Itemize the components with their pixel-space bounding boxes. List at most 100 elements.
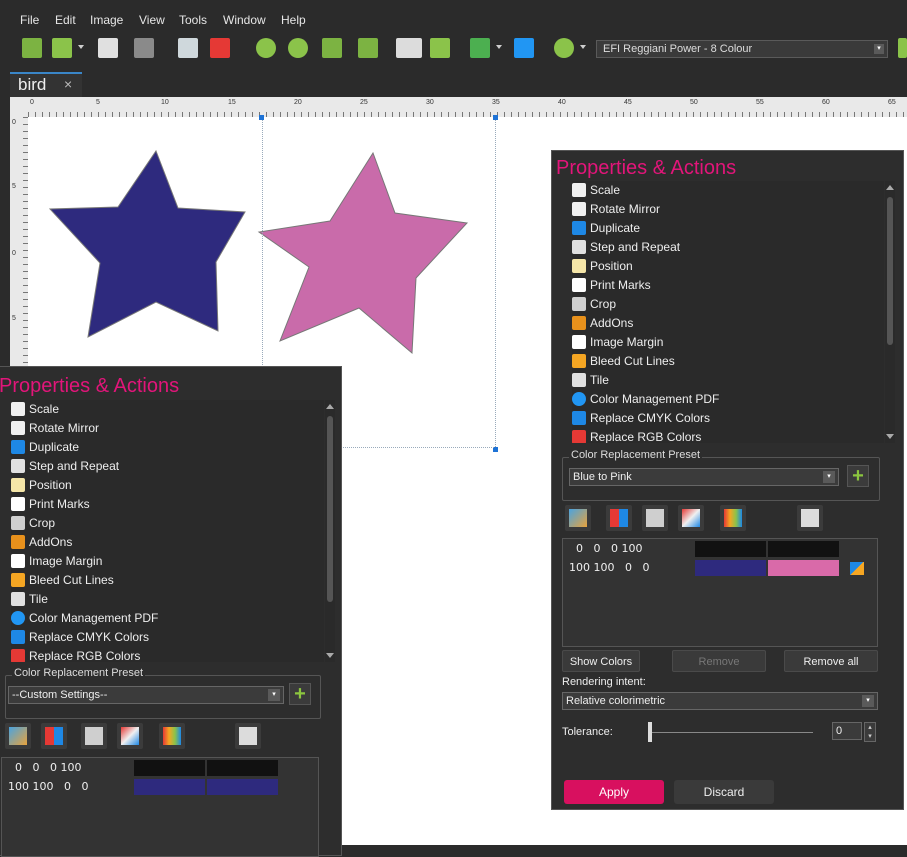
action-item-label: Replace RGB Colors bbox=[590, 430, 702, 443]
remove-all-button[interactable]: Remove all bbox=[784, 650, 878, 672]
more-icon[interactable] bbox=[898, 38, 907, 58]
discard-button[interactable]: Discard bbox=[674, 780, 774, 804]
device-select-value: EFI Reggiani Power - 8 Colour bbox=[603, 43, 753, 55]
selection-handle[interactable] bbox=[493, 115, 498, 120]
chevron-down-icon[interactable] bbox=[496, 45, 502, 49]
apply-button[interactable]: Apply bbox=[564, 780, 664, 804]
nest-icon[interactable] bbox=[514, 38, 534, 58]
scroll-down-icon[interactable] bbox=[886, 434, 894, 439]
ruler-label: 65 bbox=[888, 99, 896, 106]
color-replacement-table[interactable]: 0 0 0 100 100 100 0 0 bbox=[1, 757, 319, 857]
target-color-swatch[interactable] bbox=[207, 779, 278, 795]
print-preview-button[interactable] bbox=[797, 505, 823, 531]
add-icon[interactable] bbox=[52, 38, 72, 58]
chevron-down-icon[interactable] bbox=[78, 45, 84, 49]
swatches-button[interactable] bbox=[606, 505, 632, 531]
replace-icon[interactable] bbox=[850, 562, 864, 575]
selection-handle[interactable] bbox=[259, 115, 264, 120]
edit-colors-button[interactable] bbox=[565, 505, 591, 531]
add-preset-button[interactable]: + bbox=[289, 683, 311, 705]
target-color-swatch[interactable] bbox=[768, 541, 839, 557]
close-icon[interactable]: × bbox=[64, 74, 72, 95]
fit-height-icon[interactable] bbox=[358, 38, 378, 58]
target-color-swatch[interactable] bbox=[768, 560, 839, 576]
tolerance-slider-track[interactable] bbox=[648, 732, 813, 733]
scroll-up-icon[interactable] bbox=[326, 404, 334, 409]
edit-colors-button[interactable] bbox=[5, 723, 31, 749]
scroll-down-icon[interactable] bbox=[326, 653, 334, 658]
action-item-label: Position bbox=[590, 259, 633, 273]
tolerance-stepper[interactable]: ▴ ▾ bbox=[864, 722, 876, 742]
image-icon[interactable] bbox=[134, 38, 154, 58]
table-row[interactable]: 100 100 0 0 bbox=[2, 779, 320, 795]
table-row[interactable]: 100 100 0 0 bbox=[563, 560, 879, 576]
tolerance-input[interactable]: 0 bbox=[832, 722, 862, 740]
tolerance-slider-handle[interactable] bbox=[648, 722, 652, 742]
menu-help[interactable]: Help bbox=[281, 13, 306, 27]
replace-cmyk-icon bbox=[11, 630, 25, 644]
menu-edit[interactable]: Edit bbox=[55, 13, 76, 27]
scroll-thumb[interactable] bbox=[887, 197, 893, 345]
swatches-button[interactable] bbox=[41, 723, 67, 749]
color-bars-button[interactable] bbox=[159, 723, 185, 749]
star-shape[interactable] bbox=[257, 151, 469, 355]
preset-select[interactable]: --Custom Settings-- ▾ bbox=[8, 686, 284, 704]
export-icon[interactable] bbox=[178, 38, 198, 58]
fit-width-icon[interactable] bbox=[322, 38, 342, 58]
table-row[interactable]: 0 0 0 100 bbox=[563, 541, 879, 557]
measure-button[interactable] bbox=[117, 723, 143, 749]
target-icon[interactable] bbox=[554, 38, 574, 58]
menu-window[interactable]: Window bbox=[223, 13, 266, 27]
target-color-swatch[interactable] bbox=[207, 760, 278, 776]
list-view-icon[interactable] bbox=[396, 38, 422, 58]
zoom-in-icon[interactable] bbox=[256, 38, 276, 58]
ruler-corner bbox=[10, 97, 28, 117]
scroll-up-icon[interactable] bbox=[886, 185, 894, 190]
print-button[interactable] bbox=[642, 505, 668, 531]
scroll-thumb[interactable] bbox=[327, 416, 333, 602]
menu-tools[interactable]: Tools bbox=[179, 13, 207, 27]
horizontal-ruler[interactable]: 0 5 10 15 20 25 30 35 40 45 50 55 60 65 bbox=[28, 97, 907, 117]
split-icon[interactable] bbox=[98, 38, 118, 58]
source-color-swatch[interactable] bbox=[695, 560, 766, 576]
print-button[interactable] bbox=[81, 723, 107, 749]
step-repeat-icon bbox=[11, 459, 25, 473]
measure-icon bbox=[682, 509, 700, 527]
action-list: Scale Rotate Mirror Duplicate Step and R… bbox=[11, 400, 324, 662]
add-preset-button[interactable]: + bbox=[847, 465, 869, 487]
print-preview-button[interactable] bbox=[235, 723, 261, 749]
layout-icon[interactable] bbox=[470, 38, 490, 58]
table-row[interactable]: 0 0 0 100 bbox=[2, 760, 320, 776]
scrollbar[interactable] bbox=[325, 400, 335, 662]
star-shape[interactable] bbox=[48, 149, 246, 338]
remove-button[interactable]: Remove bbox=[672, 650, 766, 672]
preset-select[interactable]: Blue to Pink ▾ bbox=[569, 468, 839, 486]
color-replacement-table[interactable]: 0 0 0 100 100 100 0 0 bbox=[562, 538, 878, 647]
chevron-down-icon[interactable] bbox=[580, 45, 586, 49]
cmyk-values: 100 100 0 0 bbox=[569, 561, 650, 574]
chevron-down-icon: ▾ bbox=[823, 471, 835, 483]
print-marks-icon bbox=[11, 497, 25, 511]
show-colors-button[interactable]: Show Colors bbox=[562, 650, 640, 672]
menu-image[interactable]: Image bbox=[90, 13, 123, 27]
color-bars-button[interactable] bbox=[720, 505, 746, 531]
source-color-swatch[interactable] bbox=[695, 541, 766, 557]
new-icon[interactable] bbox=[22, 38, 42, 58]
guide-line bbox=[495, 117, 496, 447]
menu-file[interactable]: File bbox=[20, 13, 39, 27]
rendering-intent-label: Rendering intent: bbox=[562, 676, 646, 688]
rendering-intent-select[interactable]: Relative colorimetric ▾ bbox=[562, 692, 878, 710]
source-color-swatch[interactable] bbox=[134, 760, 205, 776]
zoom-out-icon[interactable] bbox=[288, 38, 308, 58]
menu-view[interactable]: View bbox=[139, 13, 165, 27]
device-select[interactable]: EFI Reggiani Power - 8 Colour ▾ bbox=[596, 40, 888, 58]
measure-button[interactable] bbox=[678, 505, 704, 531]
scrollbar[interactable] bbox=[885, 181, 895, 443]
color-icon[interactable] bbox=[210, 38, 230, 58]
addons-icon bbox=[11, 535, 25, 549]
tile-icon bbox=[572, 373, 586, 387]
green-square-icon[interactable] bbox=[430, 38, 450, 58]
source-color-swatch[interactable] bbox=[134, 779, 205, 795]
tile-icon bbox=[11, 592, 25, 606]
tab-bird[interactable]: bird × bbox=[10, 72, 82, 97]
